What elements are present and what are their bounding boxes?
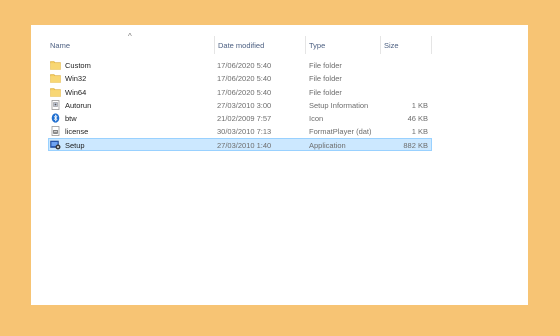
file-date-modified: 27/03/2010 3:00	[217, 100, 272, 110]
column-header-name-label: Name	[50, 41, 71, 50]
file-name: Win32	[65, 74, 87, 84]
file-list: Custom 17/06/2020 5:40 File folder Win32 17/…	[48, 58, 432, 152]
file-date-modified: 30/03/2010 7:13	[217, 127, 272, 137]
setup-app-icon	[50, 140, 61, 150]
file-row-win32[interactable]: Win32 17/06/2020 5:40 File folder	[48, 71, 432, 84]
file-row-setup[interactable]: Setup 27/03/2010 1:40 Application 882 KB	[48, 137, 432, 152]
file-name: btw	[65, 114, 77, 124]
file-row-btw[interactable]: btw 21/02/2009 7:57 Icon 46 KB	[48, 111, 432, 124]
file-row-license[interactable]: license 30/03/2010 7:13 FormatPlayer (dat)…	[48, 124, 432, 137]
file-date-modified: 17/06/2020 5:40	[217, 61, 272, 70]
file-name: Autorun	[65, 100, 92, 110]
file-name: license	[65, 127, 89, 137]
file-date-modified: 21/02/2009 7:57	[217, 114, 272, 124]
file-name: Win64	[65, 87, 87, 97]
dat-file-icon	[50, 126, 61, 137]
file-size: 46 KB	[407, 114, 428, 124]
column-header-size[interactable]: Size	[380, 34, 431, 54]
column-header-date[interactable]: Date modified	[214, 34, 305, 54]
file-explorer-window: ^ Name Date modified Type Size Custom 17/…	[31, 25, 528, 305]
file-row-autorun[interactable]: Autorun 27/03/2010 3:00 Setup Information 1…	[48, 98, 432, 111]
file-type: Application	[309, 140, 346, 150]
setup-info-icon	[50, 100, 61, 110]
file-type: FormatPlayer (dat)	[309, 127, 372, 137]
bluetooth-icon	[50, 113, 61, 123]
file-size: 1 KB	[411, 100, 428, 110]
file-type: Setup Information	[309, 100, 369, 110]
column-header-bar: ^ Name Date modified Type Size	[46, 33, 447, 54]
folder-icon	[50, 87, 61, 97]
column-header-type[interactable]: Type	[305, 34, 380, 54]
column-divider[interactable]	[431, 36, 432, 54]
file-size: 1 KB	[411, 127, 428, 137]
file-date-modified: 17/06/2020 5:40	[217, 74, 272, 84]
file-row-custom[interactable]: Custom 17/06/2020 5:40 File folder	[48, 58, 432, 71]
file-type: File folder	[309, 87, 342, 97]
column-header-type-label: Type	[309, 41, 326, 50]
file-type: File folder	[309, 61, 342, 70]
file-name: Custom	[65, 61, 91, 70]
column-header-date-label: Date modified	[218, 41, 265, 50]
folder-icon	[50, 73, 61, 84]
column-header-name[interactable]: Name	[46, 34, 214, 54]
column-header-size-label: Size	[384, 41, 399, 50]
file-size: 882 KB	[403, 140, 428, 150]
folder-icon	[50, 60, 61, 70]
file-name: Setup	[65, 140, 85, 150]
file-type: Icon	[309, 114, 324, 124]
file-date-modified: 17/06/2020 5:40	[217, 87, 272, 97]
file-row-win64[interactable]: Win64 17/06/2020 5:40 File folder	[48, 85, 432, 98]
file-date-modified: 27/03/2010 1:40	[217, 140, 272, 150]
file-type: File folder	[309, 74, 342, 84]
